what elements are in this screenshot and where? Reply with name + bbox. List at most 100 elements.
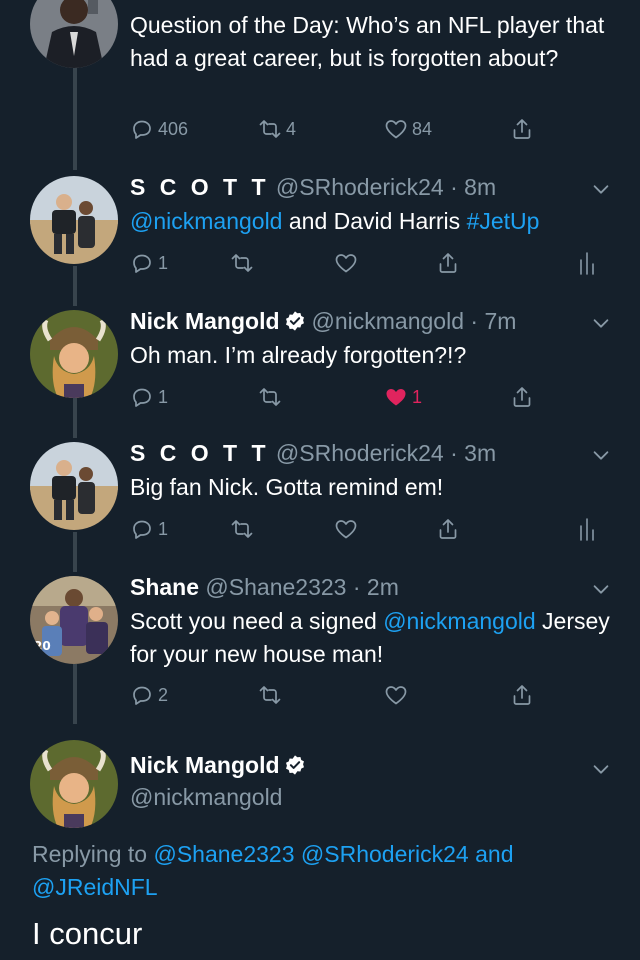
share-button[interactable]	[510, 680, 534, 710]
chevron-down-icon[interactable]	[590, 758, 612, 780]
reply-button[interactable]: 1	[130, 514, 168, 544]
tweet-time: 2m	[366, 574, 399, 600]
replying-and[interactable]: and	[475, 841, 513, 867]
like-count: 84	[412, 118, 433, 139]
heart-icon	[385, 120, 407, 139]
reply-button[interactable]: 406	[130, 114, 188, 144]
retweet-button[interactable]	[258, 680, 282, 710]
heart-icon	[335, 520, 357, 539]
tweet-actions: 1	[130, 248, 630, 278]
retweet-button[interactable]	[258, 382, 282, 412]
reply-icon	[133, 254, 151, 273]
tweet-header: S C O T T @SRhoderick24 · 3m	[130, 440, 497, 466]
chevron-down-icon[interactable]	[590, 312, 612, 334]
reply-button[interactable]: 2	[130, 680, 168, 710]
parent-tweet[interactable]: Question of the Day: Who’s an NFL player…	[0, 0, 640, 150]
like-button[interactable]	[334, 514, 358, 544]
tweet-header: Nick Mangold @nickmangold · 7m	[130, 308, 517, 334]
hashtag-link[interactable]: #JetUp	[467, 208, 540, 234]
reply-icon	[133, 388, 151, 407]
display-name[interactable]: Nick Mangold	[130, 308, 280, 334]
tweet-text: @nickmangold and David Harris #JetUp	[130, 205, 610, 238]
chevron-down-icon[interactable]	[590, 578, 612, 600]
retweet-icon	[259, 686, 281, 704]
text-segment: and David Harris	[282, 208, 467, 234]
reply-tweet[interactable]: S C O T T @SRhoderick24 · 3m Big fan Nic…	[0, 438, 640, 558]
share-icon	[513, 387, 531, 407]
like-button[interactable]: 1	[384, 382, 422, 412]
couple-beach-avatar[interactable]	[30, 176, 118, 264]
share-button[interactable]	[436, 514, 460, 544]
viking-child-avatar[interactable]	[30, 310, 118, 398]
tweet-text: Oh man. I’m already forgotten?!?	[130, 339, 610, 372]
like-count: 1	[412, 386, 423, 407]
mention-link[interactable]: @Shane2323	[153, 841, 294, 867]
reply-icon	[133, 520, 151, 539]
heart-icon	[385, 686, 407, 705]
share-button[interactable]	[510, 382, 534, 412]
reply-button[interactable]: 1	[130, 248, 168, 278]
tweet-header: S C O T T @SRhoderick24 · 8m	[130, 174, 497, 200]
display-name[interactable]: Nick Mangold	[130, 752, 280, 778]
reply-count: 2	[158, 684, 169, 705]
couple-beach-avatar[interactable]	[30, 442, 118, 530]
share-button[interactable]	[436, 248, 460, 278]
reply-tweet[interactable]: S C O T T @SRhoderick24 · 8m @nickmangol…	[0, 172, 640, 292]
retweet-icon	[231, 520, 253, 538]
text-segment: Oh man. I’m already forgotten?!?	[130, 342, 467, 368]
reply-tweet[interactable]: 20 Shane @Shane2323 · 2m Scott you need …	[0, 572, 640, 722]
text-segment: Scott you need a signed	[130, 608, 384, 634]
family-photo-avatar[interactable]: 20	[30, 576, 118, 664]
display-name[interactable]: S C O T T	[130, 174, 270, 200]
mention-link[interactable]: @SRhoderick24	[301, 841, 469, 867]
share-icon	[513, 685, 531, 705]
tweet-actions: 1	[130, 514, 630, 544]
tweet-actions: 2	[130, 680, 630, 710]
reply-button[interactable]: 1	[130, 382, 168, 412]
like-button[interactable]: 84	[384, 114, 432, 144]
tweet-actions: 1 1	[130, 382, 630, 412]
focus-tweet-header: Nick Mangold	[130, 752, 312, 779]
tweet-text: Scott you need a signed @nickmangold Jer…	[130, 605, 610, 671]
user-handle[interactable]: @nickmangold	[130, 784, 282, 811]
retweet-button[interactable]	[230, 248, 254, 278]
reply-icon	[133, 686, 151, 705]
verified-badge-icon	[285, 311, 304, 331]
reply-count: 1	[158, 386, 169, 407]
like-button[interactable]	[334, 248, 358, 278]
share-icon	[513, 119, 531, 139]
share-icon	[439, 519, 457, 539]
tweet-header: Shane @Shane2323 · 2m	[130, 574, 399, 600]
viking-child-avatar[interactable]	[30, 740, 118, 828]
user-handle[interactable]: @Shane2323	[205, 574, 346, 600]
like-button[interactable]	[384, 680, 408, 710]
user-handle[interactable]: @SRhoderick24	[276, 440, 444, 466]
analytics-icon[interactable]	[578, 516, 596, 542]
text-segment: Big fan Nick. Gotta remind em!	[130, 474, 444, 500]
analytics-icon[interactable]	[578, 250, 596, 276]
chevron-down-icon[interactable]	[590, 444, 612, 466]
retweet-button[interactable]: 4	[258, 114, 296, 144]
retweet-icon	[259, 120, 281, 138]
suited-man-avatar[interactable]	[30, 0, 118, 68]
user-handle[interactable]: @SRhoderick24	[276, 174, 444, 200]
tweet-text: Question of the Day: Who’s an NFL player…	[130, 12, 605, 71]
display-name[interactable]: S C O T T	[130, 440, 270, 466]
mention-link[interactable]: @nickmangold	[383, 608, 535, 634]
mention-link[interactable]: @JReidNFL	[32, 874, 158, 900]
reply-icon	[133, 120, 151, 139]
heart-icon	[335, 254, 357, 273]
replying-to-line: Replying to @Shane2323 @SRhoderick24 and…	[32, 838, 612, 904]
reply-count: 406	[158, 118, 189, 139]
share-button[interactable]	[510, 114, 534, 144]
reply-count: 1	[158, 518, 169, 539]
retweet-button[interactable]	[230, 514, 254, 544]
display-name[interactable]: Shane	[130, 574, 199, 600]
chevron-down-icon[interactable]	[590, 178, 612, 200]
svg-text:20: 20	[34, 639, 51, 653]
reply-tweet[interactable]: Nick Mangold @nickmangold · 7m Oh man. I’…	[0, 306, 640, 426]
tweet-time: 7m	[484, 308, 517, 334]
heart-filled-icon	[386, 389, 406, 406]
user-handle[interactable]: @nickmangold	[312, 308, 464, 334]
mention-link[interactable]: @nickmangold	[130, 208, 282, 234]
